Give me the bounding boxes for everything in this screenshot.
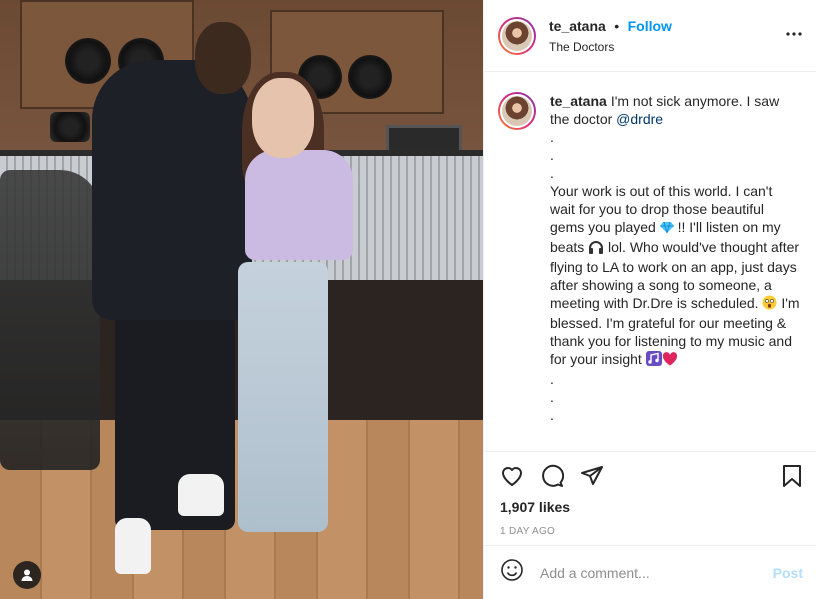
share-button[interactable]	[580, 464, 604, 493]
studio-speaker	[348, 55, 392, 99]
gem-emoji-icon	[659, 220, 674, 238]
likes-count[interactable]: 1,907 likes	[484, 496, 816, 518]
post-photo[interactable]	[0, 0, 483, 599]
astonished-face-emoji-icon	[762, 295, 777, 314]
person-woman-head	[252, 78, 314, 158]
comment-input[interactable]	[538, 563, 762, 582]
location-link[interactable]: The Doctors	[549, 40, 672, 54]
white-sneaker	[115, 518, 151, 574]
caption-dot: .	[550, 129, 554, 145]
caption-username[interactable]: te_atana	[550, 93, 607, 109]
avatar[interactable]	[498, 16, 536, 55]
bookmark-icon	[783, 465, 801, 487]
caption-dot: .	[550, 371, 554, 387]
comment-button[interactable]	[540, 464, 565, 493]
red-heart-emoji-icon	[662, 352, 678, 370]
tagged-users-button[interactable]	[13, 561, 41, 589]
white-sneaker	[178, 474, 224, 516]
separator-dot: •	[614, 17, 620, 34]
more-horizontal-icon	[786, 32, 802, 36]
post-side-panel: te_atana • Follow The Doctors te_atana I'…	[483, 0, 816, 599]
post-timestamp[interactable]: 1 DAY AGO	[484, 526, 816, 540]
caption-dot: .	[550, 407, 554, 423]
heart-icon	[502, 467, 522, 486]
person-woman-jeans	[238, 262, 328, 532]
save-button[interactable]	[780, 464, 804, 493]
caption-dot: .	[550, 165, 554, 181]
caption-dot: .	[550, 147, 554, 163]
person-man-head	[195, 22, 251, 94]
studio-speaker	[65, 38, 111, 84]
post-header: te_atana • Follow The Doctors	[484, 0, 816, 72]
user-icon	[21, 569, 33, 581]
follow-button[interactable]: Follow	[628, 18, 672, 34]
musical-notes-emoji-icon	[645, 351, 662, 370]
studio-speaker	[50, 112, 90, 142]
emoji-button[interactable]	[500, 558, 524, 587]
caption-avatar[interactable]	[498, 92, 536, 130]
comment-bar: Post	[484, 545, 816, 599]
send-icon	[581, 466, 603, 485]
person-woman-top	[245, 150, 353, 260]
post-comment-button[interactable]: Post	[773, 565, 803, 581]
caption-text: te_atana I'm not sick anymore. I saw the …	[550, 92, 800, 451]
header-username[interactable]: te_atana	[549, 18, 606, 34]
header-text: te_atana • Follow The Doctors	[549, 18, 672, 54]
smiley-icon	[501, 559, 523, 581]
action-bar	[484, 452, 816, 496]
caption-body: Your work is out of this world. I can't …	[550, 182, 800, 370]
comment-icon	[542, 464, 565, 487]
headphones-emoji-icon	[588, 240, 604, 258]
caption-area: te_atana I'm not sick anymore. I saw the …	[484, 72, 816, 452]
person-man-hoodie	[92, 60, 252, 320]
like-button[interactable]	[500, 464, 524, 493]
caption-dot: .	[550, 389, 554, 405]
mention-link[interactable]: @drdre	[616, 111, 663, 127]
office-chair	[0, 170, 100, 470]
avatar-image	[500, 18, 534, 53]
more-options-button[interactable]	[786, 26, 802, 47]
avatar-image	[500, 94, 534, 128]
